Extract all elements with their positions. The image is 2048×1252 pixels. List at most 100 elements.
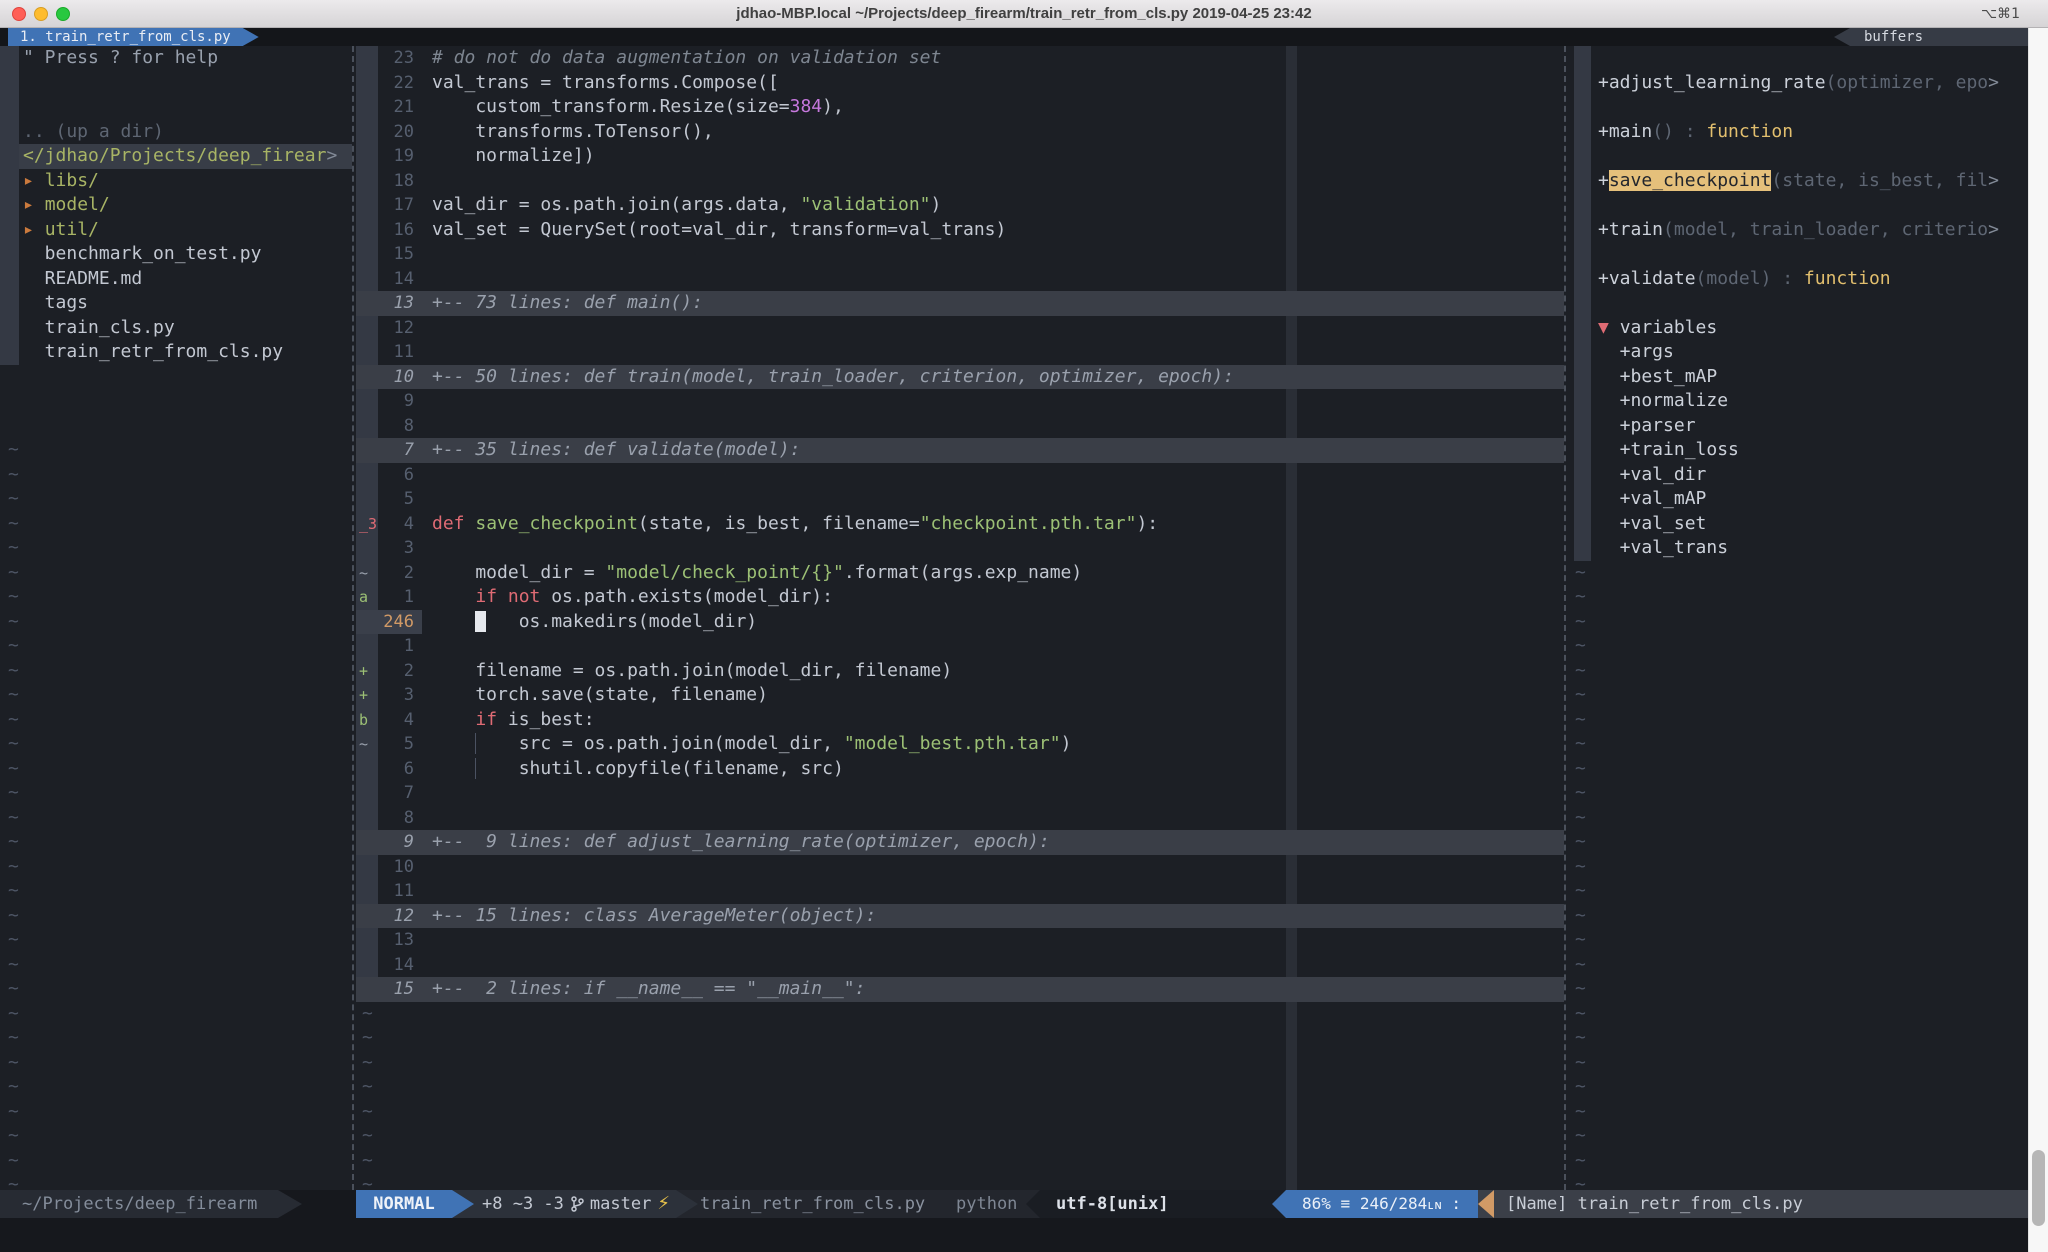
text-segment: +val_mAP	[1598, 488, 1706, 509]
tree-item[interactable]: " Press ? for help	[0, 46, 352, 71]
tree-item[interactable]: .. (up a dir)	[0, 120, 352, 145]
code-line[interactable]: ~5 src = os.path.join(model_dir, "model_…	[356, 732, 1564, 757]
tree-item[interactable]: ▸ libs/	[0, 169, 352, 194]
tag-item[interactable]: +validate(model) : function	[1566, 267, 2028, 292]
line-text	[1566, 242, 2028, 267]
scrollbar-thumb[interactable]	[2032, 1150, 2045, 1226]
code-line[interactable]: 16val_set = QuerySet(root=val_dir, trans…	[356, 218, 1564, 243]
tag-item[interactable]: +train(model, train_loader, criterio>	[1566, 218, 2028, 243]
tree-item[interactable]: ▸ util/	[0, 218, 352, 243]
code-line[interactable]: 21 custom_transform.Resize(size=384),	[356, 95, 1564, 120]
buffer-tab-active[interactable]: 1. train_retr_from_cls.py	[8, 28, 259, 46]
text-segment: +validate	[1598, 268, 1696, 289]
sign-column-cell	[356, 438, 378, 463]
line-text	[422, 634, 1564, 659]
tag-item[interactable]: +val_dir	[1566, 463, 2028, 488]
statusline-position: 86% ≡ 246/284ʟɴ : 5	[1286, 1190, 1478, 1218]
tilde-icon: ~	[1575, 856, 1586, 877]
window-shortcut-badge: ⌥⌘1	[1981, 0, 2020, 28]
tree-item[interactable]: </jdhao/Projects/deep_firear>	[0, 144, 352, 169]
code-line-fold[interactable]: 12+-- 15 lines: class AverageMeter(objec…	[356, 904, 1564, 929]
line-text: ~	[0, 610, 352, 635]
text-segment	[432, 709, 475, 730]
tilde-line: ~	[356, 1149, 1564, 1174]
code-line-fold[interactable]: 13+-- 73 lines: def main():	[356, 291, 1564, 316]
tilde-line: ~	[1566, 732, 2028, 757]
sign-column-cell: _3	[356, 512, 378, 537]
text-segment: transforms.ToTensor(),	[432, 121, 714, 142]
code-line[interactable]: 20 transforms.ToTensor(),	[356, 120, 1564, 145]
line-text	[422, 340, 1564, 365]
tree-item[interactable]: ▸ model/	[0, 193, 352, 218]
code-line-fold[interactable]: 10+-- 50 lines: def train(model, train_l…	[356, 365, 1564, 390]
tree-item[interactable]: tags	[0, 291, 352, 316]
line-text: +normalize	[1566, 389, 2028, 414]
tag-item[interactable]: +save_checkpoint(state, is_best, fil>	[1566, 169, 2028, 194]
window-separator-left[interactable]	[352, 46, 354, 1190]
text-segment: +train	[1598, 219, 1663, 240]
code-line[interactable]: 19 normalize])	[356, 144, 1564, 169]
blank-line: 11	[356, 879, 1564, 904]
tree-item[interactable]: README.md	[0, 267, 352, 292]
tree-item[interactable]: train_cls.py	[0, 316, 352, 341]
tilde-line: ~	[0, 634, 352, 659]
tag-item[interactable]: ▼ variables	[1566, 316, 2028, 341]
text-segment: # do not do data augmentation on validat…	[432, 47, 941, 68]
tilde-line: ~	[356, 1173, 1564, 1190]
line-text	[422, 242, 1564, 267]
tree-item[interactable]: benchmark_on_test.py	[0, 242, 352, 267]
tag-item[interactable]: +parser	[1566, 414, 2028, 439]
sidebar-strip	[0, 120, 19, 145]
code-line[interactable]: 17val_dir = os.path.join(args.data, "val…	[356, 193, 1564, 218]
text-segment: "model_best.pth.tar"	[844, 733, 1061, 754]
tilde-icon: ~	[8, 905, 19, 926]
text-segment: +normalize	[1598, 390, 1728, 411]
tag-item[interactable]: +val_set	[1566, 512, 2028, 537]
tilde-icon: ~	[8, 709, 19, 730]
code-line[interactable]: 246 os.makedirs(model_dir)	[356, 610, 1564, 635]
text-segment: )	[931, 194, 942, 215]
tree-item[interactable]: train_retr_from_cls.py	[0, 340, 352, 365]
tag-item[interactable]: +val_trans	[1566, 536, 2028, 561]
tilde-icon: ~	[8, 1150, 19, 1171]
tilde-line: ~	[1566, 708, 2028, 733]
terminal-scrollbar[interactable]	[2028, 28, 2048, 1252]
code-line[interactable]: +3 torch.save(state, filename)	[356, 683, 1564, 708]
code-line[interactable]: 22val_trans = transforms.Compose([	[356, 71, 1564, 96]
line-number: 8	[378, 806, 422, 831]
code-line-fold[interactable]: 9+-- 9 lines: def adjust_learning_rate(o…	[356, 830, 1564, 855]
cursor[interactable]	[475, 611, 486, 632]
line-text: ▸ libs/	[0, 169, 352, 194]
line-text: +val_mAP	[1566, 487, 2028, 512]
line-text: ~	[356, 1124, 1564, 1149]
code-line[interactable]: 23# do not do data augmentation on valid…	[356, 46, 1564, 71]
code-line[interactable]: _34def save_checkpoint(state, is_best, f…	[356, 512, 1564, 537]
tag-item[interactable]: +val_mAP	[1566, 487, 2028, 512]
code-line-fold[interactable]: 7+-- 35 lines: def validate(model):	[356, 438, 1564, 463]
lightning-icon: ⚡	[657, 1190, 670, 1218]
code-line[interactable]: +2 filename = os.path.join(model_dir, fi…	[356, 659, 1564, 684]
code-line-fold[interactable]: 15+-- 2 lines: if __name__ == "__main__"…	[356, 977, 1564, 1002]
tag-item[interactable]: +adjust_learning_rate(optimizer, epo>	[1566, 71, 2028, 96]
code-line[interactable]: 6 shutil.copyfile(filename, src)	[356, 757, 1564, 782]
tilde-icon: ~	[1575, 611, 1586, 632]
text-segment: val_dir = os.path.join(args.data,	[432, 194, 800, 215]
text-segment: >	[1988, 219, 1999, 240]
tag-item[interactable]: +best_mAP	[1566, 365, 2028, 390]
sidebar-strip	[1574, 144, 1591, 169]
code-line[interactable]: a1 if not os.path.exists(model_dir):	[356, 585, 1564, 610]
sidebar-strip	[1574, 242, 1591, 267]
tag-item[interactable]: +main() : function	[1566, 120, 2028, 145]
tag-item[interactable]: +train_loss	[1566, 438, 2028, 463]
command-line[interactable]	[0, 1218, 2028, 1252]
tag-item[interactable]: +normalize	[1566, 389, 2028, 414]
code-line[interactable]: b4 if is_best:	[356, 708, 1564, 733]
line-text: +train(model, train_loader, criterio>	[1566, 218, 2028, 243]
tag-item[interactable]: +args	[1566, 340, 2028, 365]
line-text: +train_loss	[1566, 438, 2028, 463]
tilde-line: ~	[0, 659, 352, 684]
code-line[interactable]: ~2 model_dir = "model/check_point/{}".fo…	[356, 561, 1564, 586]
text-segment: benchmark_on_test.py	[23, 243, 261, 264]
tilde-line: ~	[1566, 659, 2028, 684]
tilde-line: ~	[1566, 1002, 2028, 1027]
